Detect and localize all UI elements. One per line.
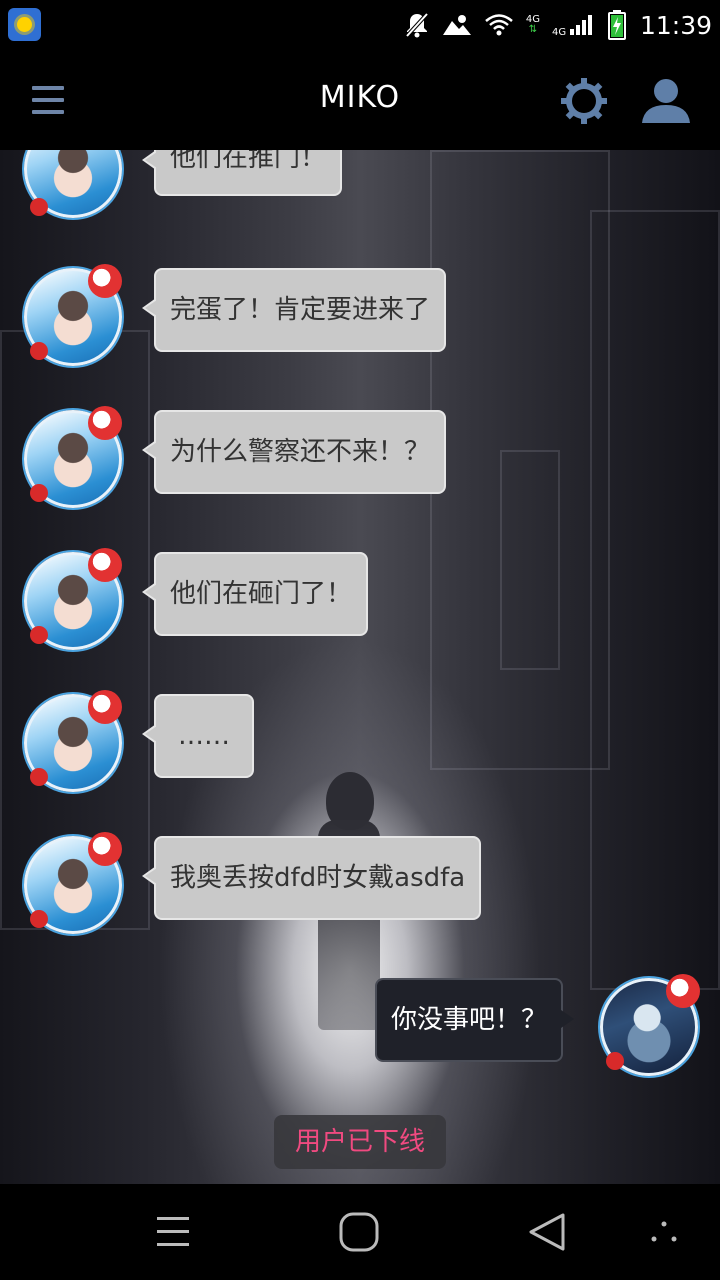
strawberry-decoration — [30, 626, 48, 644]
image-icon — [442, 15, 471, 35]
strawberry-decoration — [30, 484, 48, 502]
background-building — [590, 210, 720, 990]
offline-notice: 用户已下线 — [274, 1115, 446, 1169]
cake-decoration — [88, 406, 122, 440]
message-bubble-incoming[interactable]: 他们在推门！ — [141, 150, 343, 196]
svg-text:4G: 4G — [552, 27, 566, 37]
status-icons: 4G ⇅ 4G 11:39 — [404, 0, 712, 50]
cake-decoration — [88, 264, 122, 298]
background-building — [500, 450, 560, 670]
back-icon[interactable] — [507, 1184, 587, 1280]
strawberry-decoration — [30, 342, 48, 360]
battery-charging-icon — [607, 10, 626, 40]
settings-gear-icon[interactable] — [560, 77, 608, 125]
strawberry-decoration — [30, 198, 48, 216]
notifications-off-icon — [405, 12, 429, 38]
cake-decoration — [666, 974, 700, 1008]
clock: 11:39 — [639, 10, 712, 40]
message-bubble-incoming[interactable]: …… — [142, 694, 254, 778]
chat-area[interactable]: 他们在推门！ 完蛋了！肯定要进来了 为什么警察还不来！？ 他们在砸门了！ …… … — [0, 150, 720, 1184]
status-bar: 4G ⇅ 4G 11:39 — [0, 0, 720, 50]
data-arrows-icon: ⇅ — [528, 24, 538, 35]
strawberry-decoration — [30, 910, 48, 928]
more-icon[interactable] — [624, 1184, 704, 1280]
message-bubble-outgoing[interactable]: 你没事吧！？ — [375, 978, 575, 1062]
user-profile-icon[interactable] — [640, 77, 692, 125]
cake-decoration — [88, 548, 122, 582]
navigation-bar — [0, 1184, 720, 1280]
app-bar: MIKO — [0, 50, 720, 150]
signal-icon: 4G — [552, 15, 592, 37]
cake-decoration — [88, 832, 122, 866]
wifi-icon — [485, 14, 513, 36]
strawberry-decoration — [606, 1052, 624, 1070]
recent-apps-icon[interactable] — [133, 1184, 213, 1280]
message-bubble-incoming[interactable]: 我奥丢按dfd时女戴asdfa — [141, 836, 482, 920]
cake-decoration — [88, 690, 122, 724]
strawberry-decoration — [30, 768, 48, 786]
network-type: 4G ⇅ — [526, 15, 540, 35]
message-bubble-incoming[interactable]: 完蛋了！肯定要进来了 — [141, 268, 447, 352]
chat-title: MIKO — [319, 80, 401, 115]
weather-app-icon — [8, 8, 41, 41]
message-bubble-incoming[interactable]: 为什么警察还不来！？ — [141, 410, 447, 494]
home-icon[interactable] — [319, 1184, 399, 1280]
message-bubble-incoming[interactable]: 他们在砸门了！ — [141, 552, 369, 636]
